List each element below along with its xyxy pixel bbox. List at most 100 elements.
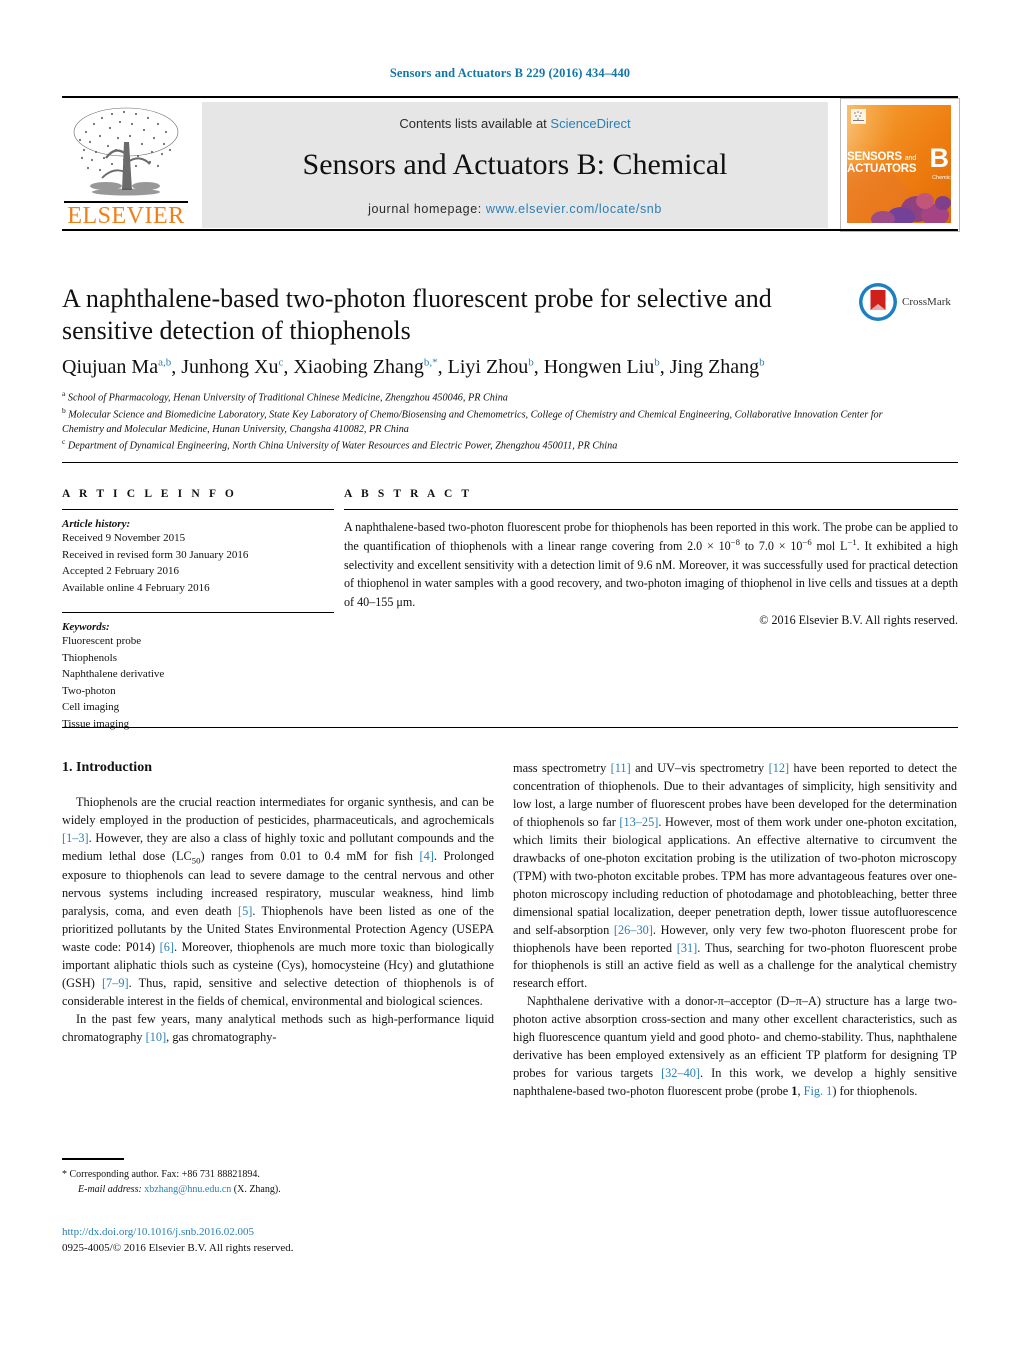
masthead-top-rule [62, 96, 958, 98]
article-info-heading: A R T I C L E I N F O [62, 488, 237, 500]
journal-title: Sensors and Actuators B: Chemical [302, 148, 728, 181]
crossmark-icon [859, 283, 897, 321]
homepage-link[interactable]: www.elsevier.com/locate/snb [486, 202, 662, 216]
author-name: Liyi Zhou [447, 356, 529, 378]
issn-copyright-line: 0925-4005/© 2016 Elsevier B.V. All right… [62, 1241, 294, 1254]
contents-list-line: Contents lists available at ScienceDirec… [202, 116, 828, 131]
cover-title-text: SENSORS and ACTUATORS [847, 151, 917, 176]
history-item: Available online 4 February 2016 [62, 581, 210, 594]
footnote-corresponding: * Corresponding author. Fax: +86 731 888… [62, 1167, 494, 1182]
history-item: Accepted 2 February 2016 [62, 565, 179, 577]
doi-block: http://dx.doi.org/10.1016/j.snb.2016.02.… [62, 1225, 494, 1257]
email-label: E-mail address: [78, 1183, 142, 1195]
paragraph: In the past few years, many analytical m… [62, 1011, 494, 1044]
author-name: Junhong Xu [181, 356, 279, 378]
keyword-item: Two-photon [62, 684, 116, 697]
crossmark-label: CrossMark [902, 296, 951, 308]
author-name: Hongwen Liu [543, 356, 655, 378]
keyword-item: Cell imaging [62, 701, 120, 713]
cover-line1: SENSORS [847, 151, 902, 163]
author-entry: Junhong Xuc [181, 356, 283, 378]
author-name: Qiujuan Ma [62, 356, 159, 378]
cover-and: and [904, 155, 916, 162]
author-name: Jing Zhang [669, 356, 760, 378]
cover-letter-b: B [929, 143, 950, 173]
author-sep: , [283, 356, 294, 378]
author-marks: b, [423, 356, 433, 369]
affiliation-item: c Department of Dynamical Engineering, N… [62, 437, 892, 454]
affiliation-text: School of Pharmacology, Henan University… [67, 392, 508, 404]
abstract-column: A B S T R A C T A naphthalene-based two-… [344, 488, 958, 628]
keywords-rule [62, 612, 334, 613]
keyword-item: Naphthalene derivative [62, 668, 165, 680]
affiliation-marker: c [62, 437, 66, 447]
sciencedirect-link[interactable]: ScienceDirect [550, 116, 630, 131]
cover-line2: ACTUATORS [847, 163, 917, 176]
affiliation-marker: b [62, 405, 66, 415]
affiliation-divider [62, 462, 958, 463]
author-entry: Qiujuan Maa,b [62, 356, 171, 378]
elsevier-wordmark: ELSEVIER [67, 203, 185, 229]
author-entry: Xiaobing Zhangb,* [293, 356, 437, 378]
journal-masthead: ELSEVIER Contents lists available at Sci… [62, 96, 960, 232]
page-title: A naphthalene-based two-photon fluoresce… [62, 284, 772, 345]
author-list: Qiujuan Maa,b, Junhong Xuc, Xiaobing Zha… [62, 356, 952, 379]
paragraph: Thiophenols are the crucial reaction int… [62, 795, 495, 1008]
affiliation-text: Molecular Science and Biomedicine Labora… [62, 409, 883, 435]
masthead-bottom-rule [62, 229, 958, 231]
article-history-title: Article history: [62, 518, 131, 530]
affiliation-item: b Molecular Science and Biomedicine Labo… [62, 406, 892, 437]
email-suffix: (X. Zhang). [231, 1183, 281, 1195]
author-sep: , [437, 356, 448, 378]
running-head: Sensors and Actuators B 229 (2016) 434–4… [389, 66, 631, 80]
footnote-email-line: E-mail address: xbzhang@hnu.edu.cn (X. Z… [62, 1182, 494, 1197]
author-sep: , [533, 356, 544, 378]
doi-link[interactable]: http://dx.doi.org/10.1016/j.snb.2016.02.… [62, 1225, 494, 1241]
cover-subtitle: Chemical [932, 175, 955, 181]
author-entry: Liyi Zhoub [448, 356, 534, 378]
affiliation-marker: a [62, 389, 66, 398]
footnote-rule [62, 1158, 124, 1160]
homepage-prefix: journal homepage: [368, 202, 486, 216]
author-sep: , [171, 356, 182, 378]
author-sep: , [659, 356, 670, 378]
history-item: Received 9 November 2015 [62, 532, 186, 544]
abstract-divider [62, 727, 958, 728]
corresponding-author-footnote: * Corresponding author. Fax: +86 731 888… [62, 1158, 494, 1197]
abstract-copyright: © 2016 Elsevier B.V. All rights reserved… [759, 612, 958, 627]
footnote-marker: * [62, 1168, 67, 1180]
journal-homepage-line: journal homepage: www.elsevier.com/locat… [202, 202, 828, 216]
contents-prefix: Contents lists available at [399, 116, 551, 131]
abstract-text: A naphthalene-based two-photon fluoresce… [344, 520, 958, 609]
author-entry: Hongwen Liub [544, 356, 660, 378]
elsevier-logo: ELSEVIER [62, 102, 190, 228]
journal-cover-thumbnail: SENSORS and ACTUATORS B Chemical [840, 98, 960, 232]
keywords-block: Keywords: Fluorescent probe Thiophenols … [62, 621, 334, 732]
author-marks: b [759, 356, 765, 369]
article-info-rule [62, 509, 334, 510]
elsevier-tree-icon [73, 107, 179, 196]
history-item: Received in revised form 30 January 2016 [62, 548, 249, 561]
paragraph: Naphthalene derivative with a donor-π–ac… [513, 994, 957, 1099]
body-column-left: 1. Introduction Thiophenols are the cruc… [62, 760, 494, 1047]
crossmark-badge[interactable]: CrossMark [858, 282, 958, 330]
email-link[interactable]: xbzhang@hnu.edu.cn [144, 1184, 231, 1195]
affiliation-text: Department of Dynamical Engineering, Nor… [67, 440, 618, 452]
abstract-rule [344, 509, 958, 510]
masthead-center-band: Contents lists available at ScienceDirec… [202, 102, 828, 228]
author-marks: a,b [158, 356, 172, 369]
keyword-item: Thiophenols [62, 651, 117, 664]
paragraph: mass spectrometry [11] and UV–vis spectr… [513, 761, 957, 991]
author-name: Xiaobing Zhang [293, 356, 424, 378]
affiliation-list: a School of Pharmacology, Henan Universi… [62, 389, 892, 454]
keyword-item: Tissue imaging [62, 717, 130, 730]
author-entry: Jing Zhangb [670, 356, 765, 378]
keyword-item: Fluorescent probe [62, 635, 142, 647]
abstract-heading: A B S T R A C T [344, 488, 473, 500]
section-heading-introduction: 1. Introduction [62, 760, 152, 775]
footnote-corresponding-text: Corresponding author. Fax: +86 731 88821… [69, 1168, 260, 1180]
affiliation-item: a School of Pharmacology, Henan Universi… [62, 389, 892, 406]
body-column-right: mass spectrometry [11] and UV–vis spectr… [513, 760, 957, 1101]
paper-page: Sensors and Actuators B 229 (2016) 434–4… [0, 0, 1020, 1351]
keywords-title: Keywords: [62, 621, 110, 633]
